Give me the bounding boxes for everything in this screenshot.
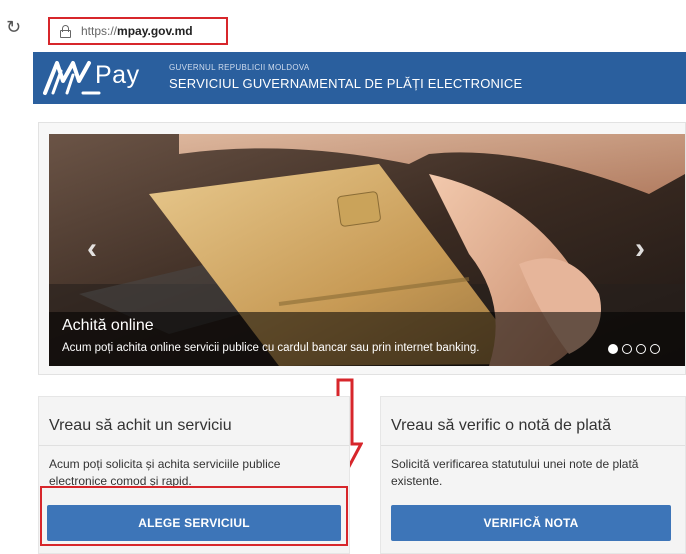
lock-icon xyxy=(60,24,71,38)
carousel-dot[interactable] xyxy=(622,344,632,354)
verify-note-button[interactable]: VERIFICĂ NOTA xyxy=(391,505,671,541)
caption-text: Acum poți achita online servicii publice… xyxy=(62,342,480,354)
logo-text: Pay xyxy=(95,61,140,89)
panel-title: Vreau să achit un serviciu xyxy=(49,417,232,434)
carousel-caption: Achită online Acum poți achita online se… xyxy=(49,312,685,366)
carousel-dot[interactable] xyxy=(608,344,618,354)
org-name: GUVERNUL REPUBLICII MOLDOVA xyxy=(169,63,310,72)
carousel-slide: ‹ › Achită online Acum poți achita onlin… xyxy=(49,134,685,366)
panel-title: Vreau să verific o notă de plată xyxy=(391,417,611,434)
mpay-logo[interactable]: Pay xyxy=(43,57,153,97)
carousel-next-icon[interactable]: › xyxy=(635,234,645,264)
verify-note-panel: Vreau să verific o notă de plată Solicit… xyxy=(380,396,686,554)
url-prefix: https:// xyxy=(81,24,118,38)
panel-description: Acum poți solicita și achita serviciile … xyxy=(49,457,281,488)
carousel-dot[interactable] xyxy=(636,344,646,354)
annotation-highlight xyxy=(40,486,348,546)
browser-bar: ↻ https:// mpay.gov.md xyxy=(0,0,686,50)
address-bar[interactable]: https:// mpay.gov.md xyxy=(48,17,228,45)
service-name: SERVICIUL GUVERNAMENTAL DE PLĂȚI ELECTRO… xyxy=(169,76,523,91)
site-header: Pay GUVERNUL REPUBLICII MOLDOVA SERVICIU… xyxy=(33,52,686,104)
carousel: ‹ › Achită online Acum poți achita onlin… xyxy=(38,122,686,375)
reload-icon[interactable]: ↻ xyxy=(6,18,21,36)
divider xyxy=(381,445,685,446)
carousel-indicators xyxy=(608,344,660,354)
divider xyxy=(39,445,349,446)
caption-title: Achită online xyxy=(62,317,154,334)
url-host: mpay.gov.md xyxy=(117,24,193,38)
mpay-logo-mark xyxy=(43,61,101,95)
carousel-dot[interactable] xyxy=(650,344,660,354)
panel-description: Solicită verificarea statutului unei not… xyxy=(391,457,639,488)
carousel-prev-icon[interactable]: ‹ xyxy=(87,234,97,264)
